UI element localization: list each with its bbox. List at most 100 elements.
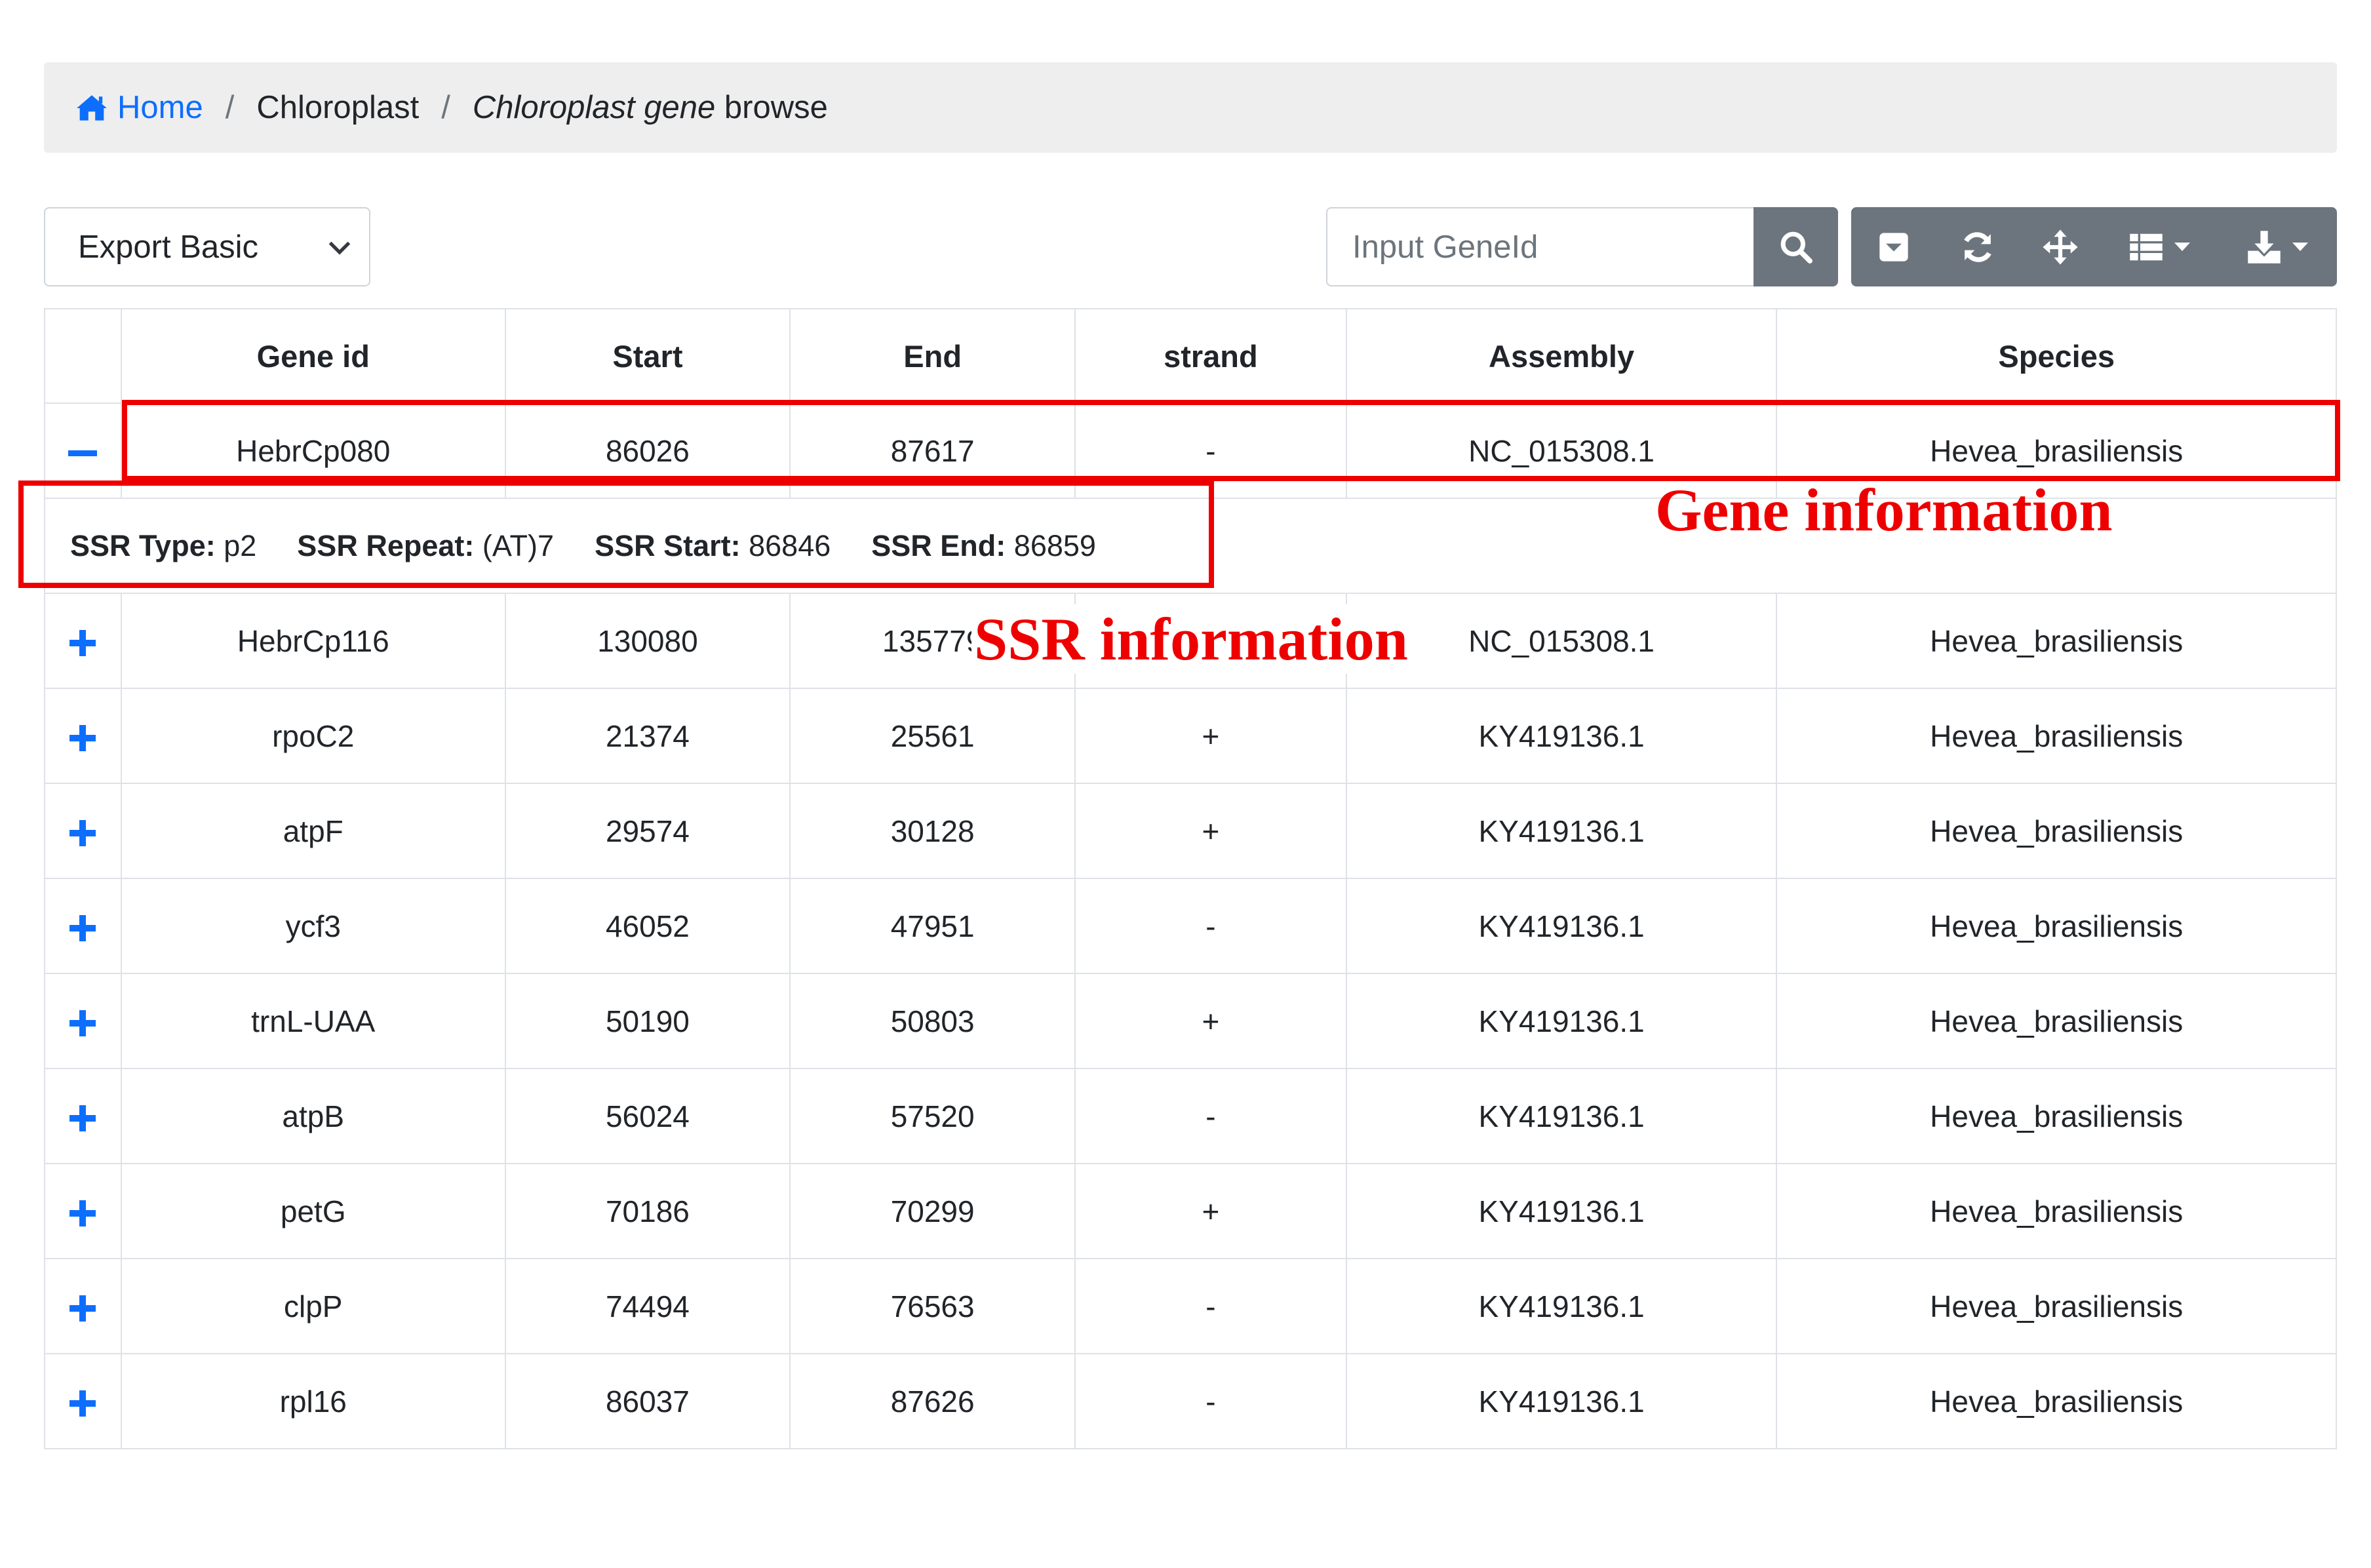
cell-species: Hevea_brasiliensis [1776, 1163, 2337, 1259]
cell-end: 87626 [789, 1353, 1076, 1449]
cell-gene-id: rpl16 [120, 1353, 506, 1449]
cell-species: Hevea_brasiliensis [1776, 783, 2337, 879]
table-row: rpoC2 21374 25561 + KY419136.1 Hevea_bra… [44, 688, 2337, 784]
table-row: trnL-UAA 50190 50803 + KY419136.1 Hevea_… [44, 973, 2337, 1069]
search-input[interactable]: Input GeneId [1326, 207, 1754, 286]
caret-down-icon [2174, 243, 2190, 251]
search-icon [1780, 231, 1813, 264]
header-gene-id[interactable]: Gene id [120, 308, 506, 404]
refresh-button[interactable] [1936, 207, 2019, 286]
table-row: petG 70186 70299 + KY419136.1 Hevea_bras… [44, 1163, 2337, 1259]
cell-strand: + [1074, 1163, 1347, 1259]
cell-end: 76563 [789, 1258, 1076, 1354]
breadcrumb-home-link[interactable]: Home [75, 89, 203, 126]
table-row: atpF 29574 30128 + KY419136.1 Hevea_bras… [44, 783, 2337, 879]
toggle-view-button[interactable] [1851, 207, 1936, 286]
breadcrumb-chloroplast[interactable]: Chloroplast [256, 89, 419, 126]
cell-strand: - [1074, 1068, 1347, 1164]
plus-icon[interactable] [69, 820, 96, 847]
home-icon [77, 95, 107, 121]
search-placeholder: Input GeneId [1352, 229, 1538, 265]
refresh-icon [1964, 231, 1991, 262]
plus-icon[interactable] [69, 915, 96, 942]
breadcrumb-separator: / [441, 90, 450, 125]
download-icon [2247, 230, 2281, 264]
cell-start: 29574 [504, 783, 791, 879]
cell-start: 130080 [504, 593, 791, 689]
breadcrumb-current: Chloroplast gene browse [473, 89, 828, 126]
cell-gene-id: rpoC2 [120, 688, 506, 784]
expand-cell[interactable] [44, 1258, 122, 1354]
cell-strand: - [1074, 1258, 1347, 1354]
export-select-value: Export Basic [78, 229, 259, 265]
breadcrumb-separator: / [225, 90, 235, 125]
breadcrumb: Home / Chloroplast / Chloroplast gene br… [44, 62, 2337, 153]
cell-assembly: KY419136.1 [1345, 1258, 1778, 1354]
plus-icon[interactable] [69, 1200, 96, 1227]
columns-button[interactable] [2102, 207, 2217, 286]
header-species[interactable]: Species [1776, 308, 2337, 404]
cell-strand: + [1074, 973, 1347, 1069]
cell-strand: - [1074, 878, 1347, 974]
cell-species: Hevea_brasiliensis [1776, 878, 2337, 974]
ssr-info-annotation: SSR information [971, 604, 1411, 674]
table-toolbar [1851, 207, 2337, 286]
table-row: ycf3 46052 47951 - KY419136.1 Hevea_bras… [44, 878, 2337, 974]
breadcrumb-current-italic: Chloroplast gene [472, 90, 716, 125]
header-strand[interactable]: strand [1074, 308, 1347, 404]
plus-icon[interactable] [69, 1105, 96, 1132]
cell-assembly: KY419136.1 [1345, 878, 1778, 974]
cell-start: 70186 [504, 1163, 791, 1259]
search-button[interactable] [1754, 207, 1838, 286]
ssr-info-highlight-box [18, 480, 1214, 588]
expand-cell[interactable] [44, 688, 122, 784]
cell-start: 56024 [504, 1068, 791, 1164]
cell-species: Hevea_brasiliensis [1776, 1068, 2337, 1164]
expand-cell[interactable] [44, 593, 122, 689]
plus-icon[interactable] [69, 1010, 96, 1037]
cell-assembly: KY419136.1 [1345, 1068, 1778, 1164]
header-assembly[interactable]: Assembly [1345, 308, 1778, 404]
header-expand [44, 308, 122, 404]
gene-info-highlight-box [122, 400, 2340, 481]
fullscreen-button[interactable] [2019, 207, 2102, 286]
cell-gene-id: petG [120, 1163, 506, 1259]
cell-assembly: KY419136.1 [1345, 1353, 1778, 1449]
toggle-icon [1879, 232, 1908, 262]
export-download-button[interactable] [2217, 207, 2337, 286]
fullscreen-icon [2043, 229, 2078, 265]
cell-assembly: KY419136.1 [1345, 1163, 1778, 1259]
expand-cell[interactable] [44, 783, 122, 879]
export-select[interactable]: Export Basic [44, 207, 370, 286]
plus-icon[interactable] [69, 1295, 96, 1322]
plus-icon[interactable] [69, 725, 96, 752]
cell-species: Hevea_brasiliensis [1776, 973, 2337, 1069]
expand-cell[interactable] [44, 1068, 122, 1164]
cell-gene-id: HebrCp116 [120, 593, 506, 689]
cell-gene-id: atpB [120, 1068, 506, 1164]
cell-start: 74494 [504, 1258, 791, 1354]
table-row: rpl16 86037 87626 - KY419136.1 Hevea_bra… [44, 1353, 2337, 1449]
cell-strand: + [1074, 688, 1347, 784]
expand-cell[interactable] [44, 973, 122, 1069]
table-row: clpP 74494 76563 - KY419136.1 Hevea_bras… [44, 1258, 2337, 1354]
header-end[interactable]: End [789, 308, 1076, 404]
plus-icon[interactable] [69, 630, 96, 657]
cell-strand: - [1074, 1353, 1347, 1449]
header-start[interactable]: Start [504, 308, 791, 404]
cell-gene-id: trnL-UAA [120, 973, 506, 1069]
expand-cell[interactable] [44, 878, 122, 974]
cell-end: 70299 [789, 1163, 1076, 1259]
expand-cell[interactable] [44, 1163, 122, 1259]
breadcrumb-home-label: Home [117, 90, 203, 125]
expand-cell[interactable] [44, 1353, 122, 1449]
cell-start: 46052 [504, 878, 791, 974]
plus-icon[interactable] [69, 1390, 96, 1417]
gene-info-annotation: Gene information [1655, 477, 2113, 543]
minus-icon[interactable] [68, 450, 98, 456]
table-header-row: Gene id Start End strand Assembly Specie… [44, 308, 2337, 404]
table-row: atpB 56024 57520 - KY419136.1 Hevea_bras… [44, 1068, 2337, 1164]
cell-end: 57520 [789, 1068, 1076, 1164]
chevron-down-icon [328, 241, 351, 255]
cell-start: 50190 [504, 973, 791, 1069]
